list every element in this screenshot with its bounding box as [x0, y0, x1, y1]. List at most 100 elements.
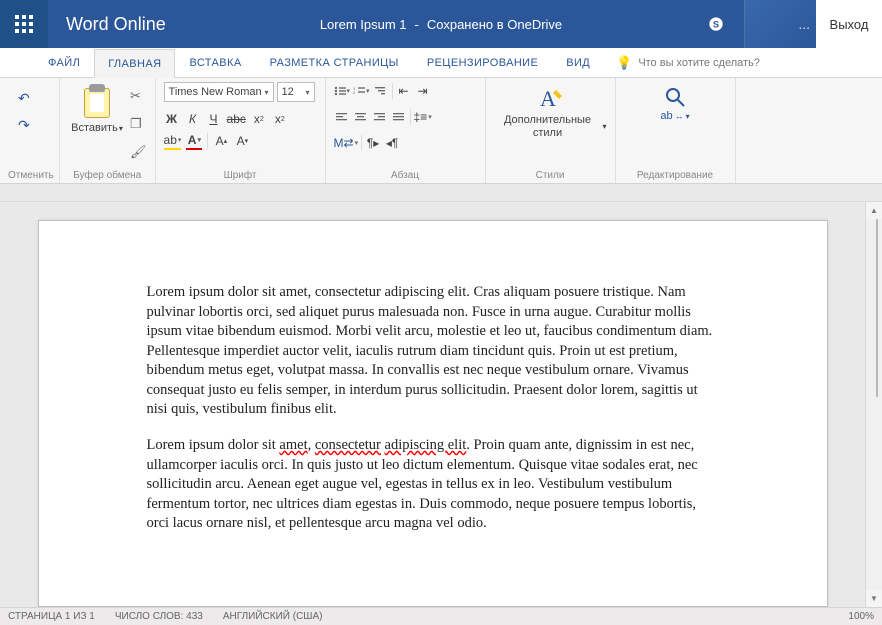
svg-text:A: A [540, 86, 556, 111]
numbering-button[interactable]: 12 [353, 82, 370, 100]
svg-text:S: S [713, 19, 719, 29]
align-left-icon [336, 113, 347, 122]
bold-button[interactable]: Ж [164, 110, 180, 128]
tab-view[interactable]: ВИД [552, 48, 604, 77]
tab-layout[interactable]: РАЗМЕТКА СТРАНИЦЫ [256, 48, 413, 77]
find-button[interactable] [664, 86, 686, 108]
page-viewport[interactable]: Lorem ipsum dolor sit amet, consectetur … [0, 202, 865, 607]
spelling-error[interactable]: adipiscing elit [385, 437, 467, 453]
ribbon-group-label: Отменить [8, 168, 51, 181]
ribbon-group-clipboard: Вставить ▾ ✂ ❐ 🖌 Буфер обмена [60, 78, 156, 183]
align-right-button[interactable] [372, 108, 388, 126]
font-size-combo[interactable]: 12▾ [277, 82, 315, 102]
status-zoom[interactable]: 100% [848, 611, 874, 622]
skype-icon: S [708, 16, 724, 32]
spelling-error[interactable]: consectetur [315, 437, 381, 453]
format-painter-button[interactable]: 🖌 [130, 144, 147, 160]
ribbon-group-font: Times New Roman▾ 12▾ Ж К Ч abc x2 x2 ab … [156, 78, 326, 183]
document-area: Lorem ipsum dolor sit amet, consectetur … [0, 202, 882, 607]
superscript-button[interactable]: x2 [272, 110, 288, 128]
align-right-icon [374, 113, 385, 122]
ribbon-group-label: Шрифт [164, 168, 317, 181]
ellipsis: ... [798, 16, 810, 32]
tab-insert[interactable]: ВСТАВКА [175, 48, 255, 77]
paragraph[interactable]: Lorem ipsum dolor sit amet, consectetur … [147, 283, 719, 420]
status-language[interactable]: АНГЛИЙСКИЙ (США) [223, 611, 323, 622]
scroll-up-button[interactable]: ▲ [866, 202, 882, 219]
tab-review[interactable]: РЕЦЕНЗИРОВАНИЕ [413, 48, 552, 77]
app-name: Word Online [48, 14, 184, 35]
line-spacing-button[interactable]: ‡≡ [414, 108, 432, 126]
skype-button[interactable]: S [708, 16, 744, 32]
app-launcher-button[interactable] [0, 0, 48, 48]
align-center-icon [355, 113, 366, 122]
shrink-font-button[interactable]: A▾ [234, 132, 250, 150]
vertical-scrollbar[interactable]: ▲ ▼ [865, 202, 882, 607]
tell-me-search[interactable]: 💡 Что вы хотите сделать? [604, 48, 760, 77]
scroll-down-button[interactable]: ▼ [866, 590, 882, 607]
tab-file[interactable]: ФАЙЛ [34, 48, 94, 77]
document-name[interactable]: Lorem Ipsum 1 [320, 17, 407, 32]
find-icon [664, 86, 686, 108]
redo-button[interactable]: ↷ [18, 117, 30, 134]
undo-button[interactable]: ↶ [18, 90, 30, 107]
ribbon-group-label: Редактирование [624, 168, 727, 181]
decrease-indent-button[interactable]: ⇤ [396, 82, 412, 100]
ribbon-group-label: Стили [494, 168, 607, 181]
underline-button[interactable]: Ч [206, 110, 222, 128]
numbering-icon: 12 [353, 86, 365, 96]
sign-out-button[interactable]: Выход [816, 0, 882, 48]
ribbon-group-undo: ↶ ↷ Отменить [0, 78, 60, 183]
ribbon-group-label: Абзац [334, 168, 477, 181]
page[interactable]: Lorem ipsum dolor sit amet, consectetur … [38, 220, 828, 607]
save-status: Сохранено в OneDrive [427, 17, 562, 32]
scroll-thumb[interactable] [876, 219, 878, 397]
align-justify-icon [393, 113, 404, 122]
ribbon-group-label: Буфер обмена [68, 168, 147, 181]
tab-home[interactable]: ГЛАВНАЯ [94, 49, 175, 78]
spelling-error[interactable]: amet [279, 437, 307, 453]
ribbon: ↶ ↷ Отменить Вставить ▾ ✂ ❐ 🖌 Буфер обме… [0, 78, 882, 184]
ribbon-tabbar: ФАЙЛ ГЛАВНАЯ ВСТАВКА РАЗМЕТКА СТРАНИЦЫ Р… [0, 48, 882, 78]
replace-button[interactable]: ab ↔ ▾ [660, 110, 689, 122]
ltr-button[interactable]: ¶▸ [365, 134, 381, 152]
svg-text:2: 2 [353, 90, 356, 95]
lightbulb-icon: 💡 [616, 55, 632, 71]
italic-button[interactable]: К [185, 110, 201, 128]
subscript-button[interactable]: x2 [251, 110, 267, 128]
increase-indent-button[interactable]: ⇥ [415, 82, 431, 100]
paste-button[interactable]: Вставить ▾ [68, 82, 126, 134]
text-direction-button[interactable]: M⇄ [334, 134, 359, 152]
cut-button[interactable]: ✂ [130, 88, 147, 104]
multilevel-icon [375, 86, 387, 96]
copy-button[interactable]: ❐ [130, 116, 147, 132]
font-color-button[interactable]: A [186, 132, 202, 150]
multilevel-list-button[interactable] [373, 82, 389, 100]
align-center-button[interactable] [353, 108, 369, 126]
statusbar: СТРАНИЦА 1 ИЗ 1 ЧИСЛО СЛОВ: 433 АНГЛИЙСК… [0, 607, 882, 625]
ribbon-group-editing: ab ↔ ▾ Редактирование [616, 78, 736, 183]
font-name-combo[interactable]: Times New Roman▾ [164, 82, 274, 102]
status-page-info[interactable]: СТРАНИЦА 1 ИЗ 1 [8, 611, 95, 622]
waffle-icon [15, 15, 33, 33]
highlight-color-button[interactable]: ab [164, 132, 182, 150]
titlebar: Word Online Lorem Ipsum 1 - Сохранено в … [0, 0, 882, 48]
paragraph[interactable]: Lorem ipsum dolor sit amet, consectetur … [147, 436, 719, 534]
status-word-count[interactable]: ЧИСЛО СЛОВ: 433 [115, 611, 203, 622]
bullets-button[interactable] [334, 82, 351, 100]
styles-button[interactable]: A Дополнительные стили ▾ [494, 82, 607, 168]
align-left-button[interactable] [334, 108, 350, 126]
strike-button[interactable]: abc [227, 110, 246, 128]
tell-me-placeholder: Что вы хотите сделать? [638, 57, 760, 69]
title-separator: - [415, 17, 419, 32]
document-title-area: Lorem Ipsum 1 - Сохранено в OneDrive [320, 17, 562, 32]
grow-font-button[interactable]: A▴ [213, 132, 229, 150]
clipboard-icon [82, 84, 112, 118]
ribbon-group-styles: A Дополнительные стили ▾ Стили [486, 78, 616, 183]
ruler [0, 184, 882, 202]
align-justify-button[interactable] [391, 108, 407, 126]
user-account-button[interactable]: ... [744, 0, 816, 48]
styles-icon: A [536, 86, 564, 112]
bullets-icon [334, 86, 346, 96]
rtl-button[interactable]: ◂¶ [384, 134, 400, 152]
